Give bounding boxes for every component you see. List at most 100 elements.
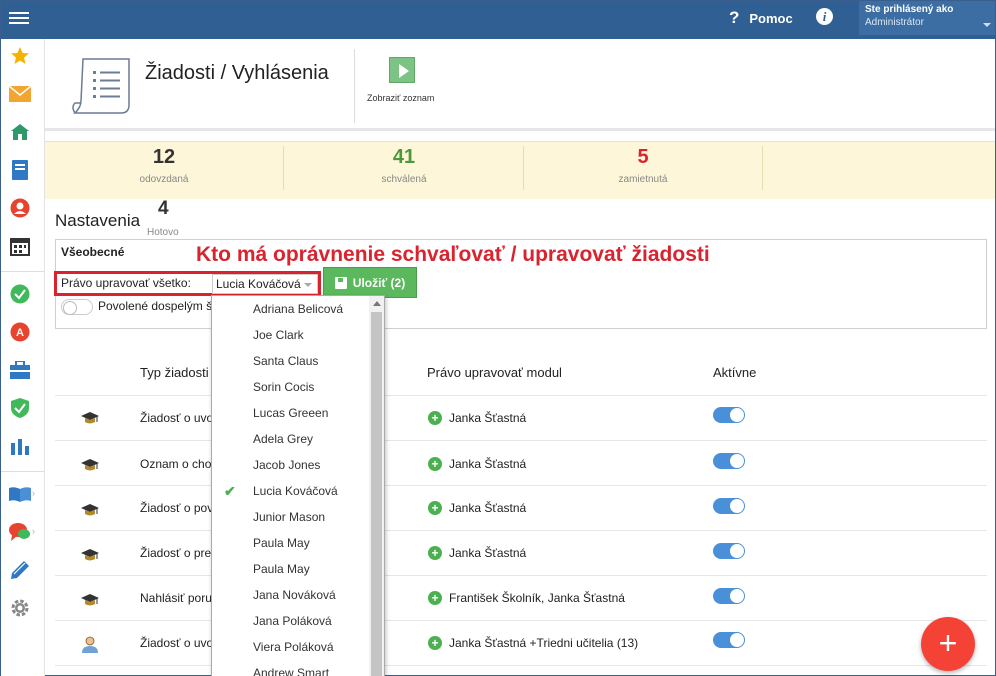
chevron-right-icon: › — [32, 526, 35, 536]
adults-toggle[interactable] — [61, 299, 93, 315]
user-line-1: Ste prihlásený ako — [865, 4, 954, 15]
dropdown-option[interactable]: Paula May — [212, 530, 370, 556]
edit-all-select[interactable]: Lucia Kováčová — [212, 274, 318, 294]
stat-hotovo-label: Hotovo — [147, 227, 179, 238]
user-icon[interactable] — [9, 197, 31, 219]
dropdown-option[interactable]: Jacob Jones — [212, 452, 370, 478]
row-type: Žiadosť o pre — [140, 546, 212, 560]
divider — [354, 49, 355, 123]
row-module: Janka Šťastná — [449, 501, 527, 515]
dropdown-option[interactable]: Paula May — [212, 556, 370, 582]
row-module: Janka Šťastná +Triedni učitelia (13) — [449, 636, 639, 650]
menu-icon[interactable] — [9, 9, 29, 25]
show-list-button[interactable] — [389, 57, 415, 83]
stat-value: 12 — [152, 146, 176, 168]
active-toggle[interactable] — [713, 543, 745, 559]
book-icon[interactable] — [9, 159, 31, 181]
stat-zamietnuta[interactable]: 5 zamietnutá — [524, 142, 762, 200]
active-toggle[interactable] — [713, 407, 745, 423]
chat-icon[interactable] — [9, 521, 31, 543]
add-icon[interactable]: + — [428, 457, 442, 471]
pen-icon[interactable] — [9, 559, 31, 581]
graduation-cap-icon — [81, 502, 99, 521]
dropdown-option-label: Lucia Kováčová — [253, 484, 338, 498]
dropdown-option-selected[interactable]: ✔ Lucia Kováčová — [212, 478, 370, 504]
dropdown-option[interactable]: Lucas Greeen — [212, 400, 370, 426]
user-menu[interactable]: Ste prihlásený ako Administrátor — [859, 1, 995, 35]
row-module: Janka Šťastná — [449, 457, 527, 471]
row-type: Žiadosť o pov — [140, 501, 214, 515]
add-icon[interactable]: + — [428, 591, 442, 605]
dropdown-option[interactable]: Adela Grey — [212, 426, 370, 452]
svg-text:A: A — [16, 327, 24, 339]
calendar-icon[interactable] — [9, 235, 31, 257]
stat-odovzdana[interactable]: 12 odovzdaná — [45, 142, 283, 200]
checkmark-icon: ✔ — [224, 483, 236, 499]
dropdown-option[interactable]: Adriana Belicová — [212, 296, 370, 322]
info-icon[interactable]: i — [816, 8, 833, 25]
star-icon[interactable] — [9, 45, 31, 67]
shield-icon[interactable] — [9, 397, 31, 419]
mail-icon[interactable] — [9, 83, 31, 105]
chevron-down-icon — [983, 23, 991, 27]
dropdown-option[interactable]: Sorin Cocis — [212, 374, 370, 400]
scrollbar-thumb[interactable] — [371, 312, 382, 676]
help-label: Pomoc — [749, 10, 793, 26]
grade-icon[interactable]: A — [9, 321, 31, 343]
column-header-type[interactable]: Typ žiadosti — [140, 365, 209, 380]
active-toggle[interactable] — [713, 632, 745, 648]
dropdown-option[interactable]: Jana Nováková — [212, 582, 370, 608]
edit-all-selected-value: Lucia Kováčová — [216, 277, 301, 291]
save-button[interactable]: Uložiť (2) — [323, 267, 417, 298]
row-module: Janka Šťastná — [449, 546, 527, 560]
graduation-cap-icon — [81, 410, 99, 429]
gear-icon[interactable] — [9, 597, 31, 619]
chart-icon[interactable] — [9, 435, 31, 457]
add-icon[interactable]: + — [428, 546, 442, 560]
column-header-module-right[interactable]: Právo upravovať modul — [427, 365, 562, 380]
chevron-right-icon: › — [32, 488, 35, 498]
chevron-up-icon[interactable] — [373, 301, 381, 306]
graduation-cap-icon — [81, 592, 99, 611]
stat-label: odovzdaná — [139, 174, 189, 185]
dropdown-option[interactable]: Andrew Smart — [212, 660, 370, 676]
stat-hotovo-value[interactable]: 4 — [158, 198, 169, 220]
row-type: Žiadosť o uvo — [140, 636, 214, 650]
dropdown-option[interactable]: Junior Mason — [212, 504, 370, 530]
edit-all-label: Právo upravovať všetko: — [61, 276, 191, 290]
add-icon[interactable]: + — [428, 636, 442, 650]
adults-toggle-label: Povolené dospelým š — [98, 299, 213, 313]
floppy-icon — [334, 276, 347, 289]
active-toggle[interactable] — [713, 588, 745, 604]
row-type: Oznam o cho — [140, 457, 212, 471]
sidebar: A › › — [1, 39, 45, 676]
dropdown-option[interactable]: Santa Claus — [212, 348, 370, 374]
stat-value: 41 — [392, 146, 416, 168]
add-fab-button[interactable]: + — [921, 617, 975, 671]
stat-value: 5 — [637, 146, 649, 168]
page-title: Žiadosti / Vyhlásenia — [145, 62, 329, 84]
dropdown-scrollbar[interactable] — [369, 296, 384, 676]
top-bar: ? Pomoc i Ste prihlásený ako Administrát… — [1, 1, 996, 39]
help-icon: ? — [729, 8, 740, 27]
dropdown-option[interactable]: Viera Poláková — [212, 634, 370, 660]
dropdown-option[interactable]: Joe Clark — [212, 322, 370, 348]
briefcase-icon[interactable] — [9, 359, 31, 381]
stat-schvalena[interactable]: 41 schválená — [285, 142, 523, 200]
show-list-label[interactable]: Zobraziť zoznam — [367, 93, 434, 103]
graduation-cap-icon — [81, 547, 99, 566]
active-toggle[interactable] — [713, 498, 745, 514]
help-link[interactable]: ? Pomoc — [729, 8, 793, 28]
dropdown-option[interactable]: Jana Poláková — [212, 608, 370, 634]
active-toggle[interactable] — [713, 453, 745, 469]
row-type: Nahlásiť poru — [140, 591, 212, 605]
add-icon[interactable]: + — [428, 411, 442, 425]
column-header-active[interactable]: Aktívne — [713, 365, 756, 380]
approved-icon[interactable] — [9, 283, 31, 305]
annotation-text: Kto má oprávnenie schvaľovať / upravovať… — [196, 243, 710, 266]
user-role: Administrátor — [865, 17, 924, 28]
add-icon[interactable]: + — [428, 501, 442, 515]
edit-all-dropdown[interactable]: Adriana Belicová Joe Clark Santa Claus S… — [211, 295, 385, 676]
school-icon[interactable] — [9, 121, 31, 143]
open-book-icon[interactable] — [9, 483, 31, 505]
